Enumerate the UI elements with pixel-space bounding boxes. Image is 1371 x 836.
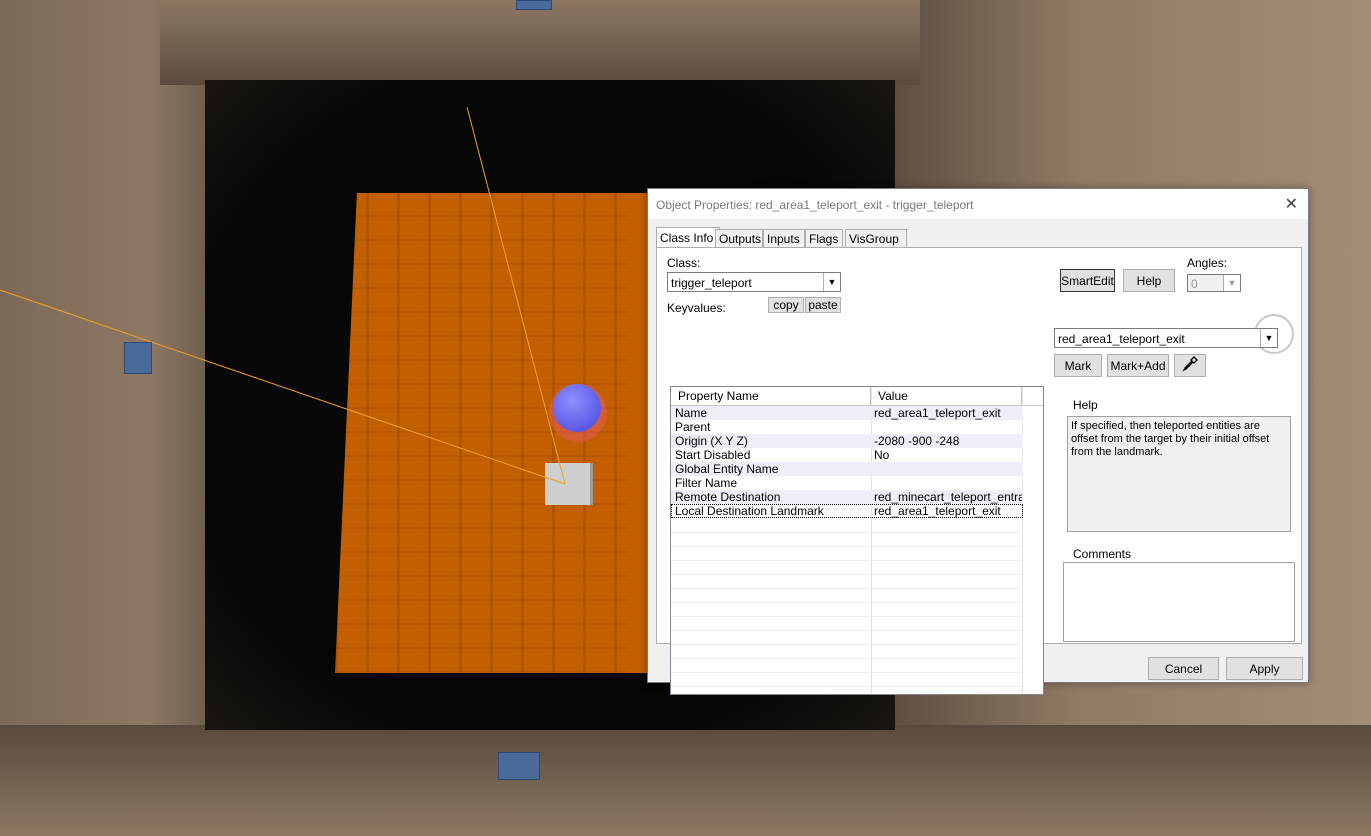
crate-bottom[interactable] (498, 752, 540, 780)
angles-label: Angles: (1187, 256, 1228, 270)
help-text: If specified, then teleported entities a… (1071, 420, 1270, 458)
grid-line (671, 602, 1023, 603)
dialog-title: Object Properties: red_area1_teleport_ex… (656, 198, 974, 212)
chevron-down-icon[interactable]: ▼ (823, 273, 840, 291)
property-value-cell (874, 420, 1022, 434)
help-heading: Help (1073, 398, 1098, 412)
property-value-cell: red_area1_teleport_exit (874, 406, 1001, 420)
grid-line (671, 616, 1023, 617)
table-row[interactable]: Start Disabled No (671, 448, 1023, 462)
object-properties-dialog: Object Properties: red_area1_teleport_ex… (647, 188, 1309, 695)
class-combo[interactable]: trigger_teleport ▼ (667, 272, 841, 292)
eyedropper-button[interactable] (1174, 354, 1206, 377)
keyvalues-label: Keyvalues: (667, 301, 726, 315)
connection-line-1 (0, 289, 566, 485)
table-row[interactable]: Global Entity Name (671, 462, 1023, 476)
paste-button[interactable]: paste (805, 297, 841, 313)
grid-line (671, 672, 1023, 673)
smartedit-button[interactable]: SmartEdit (1060, 269, 1115, 292)
property-name-cell: Origin (X Y Z) (675, 434, 748, 448)
property-name-cell: Start Disabled (675, 448, 751, 462)
table-row[interactable]: Parent (671, 420, 1023, 434)
property-name-cell: Remote Destination (675, 490, 781, 504)
grid-line (671, 644, 1023, 645)
property-value-cell: red_area1_teleport_exit (874, 504, 1001, 518)
help-button[interactable]: Help (1123, 269, 1175, 292)
copy-button[interactable]: copy (768, 297, 804, 313)
dialog-titlebar[interactable]: Object Properties: red_area1_teleport_ex… (648, 189, 1308, 219)
eyedropper-icon (1182, 356, 1198, 372)
table-row[interactable]: Filter Name (671, 476, 1023, 490)
table-row[interactable]: Local Destination Landmark red_area1_tele… (671, 504, 1023, 518)
grid-line (671, 560, 1023, 561)
grid-line (671, 630, 1023, 631)
class-label: Class: (667, 256, 701, 270)
tab-class-info[interactable]: Class Info (656, 227, 720, 249)
help-text-box: If specified, then teleported entities a… (1067, 416, 1291, 532)
property-value-cell: -2080 -900 -248 (874, 434, 960, 448)
comments-textarea[interactable] (1063, 562, 1295, 642)
class-info-page: Class: trigger_teleport ▼ Keyvalues: cop… (656, 247, 1302, 695)
angles-combo[interactable]: 0 ▼ (1187, 274, 1241, 292)
keyvalue-table: Property Name Value Name red_area1_telepo… (670, 386, 1044, 695)
property-name-cell: Global Entity Name (675, 462, 779, 476)
chevron-down-icon[interactable]: ▼ (1223, 275, 1240, 291)
mark-add-button[interactable]: Mark+Add (1107, 354, 1169, 377)
value-combo[interactable]: red_area1_teleport_exit ▼ (1054, 328, 1278, 348)
close-icon[interactable]: ✕ (1285, 194, 1298, 214)
grid-line (671, 658, 1023, 659)
grid-line (671, 574, 1023, 575)
grid-line (671, 532, 1023, 533)
property-name-cell: Filter Name (675, 476, 738, 490)
property-value-cell: red_minecart_teleport_entrance (874, 490, 1022, 504)
tab-flags[interactable]: Flags (805, 229, 843, 248)
apply-button[interactable]: Apply (1226, 657, 1303, 680)
grid-line (671, 686, 1023, 687)
tab-outputs[interactable]: Outputs (715, 229, 763, 248)
property-name-cell: Name (675, 406, 708, 420)
grid-line (671, 588, 1023, 589)
chevron-down-icon[interactable]: ▼ (1260, 329, 1277, 347)
connection-line-2 (466, 106, 566, 485)
property-value-cell: No (874, 448, 890, 462)
value-combo-text: red_area1_teleport_exit (1058, 332, 1185, 346)
angles-value: 0 (1191, 277, 1198, 291)
crate-top[interactable] (516, 0, 552, 10)
grid-line (671, 546, 1023, 547)
cancel-button[interactable]: Cancel (1148, 657, 1219, 680)
table-row[interactable]: Name red_area1_teleport_exit (671, 406, 1023, 420)
table-row[interactable]: Remote Destination red_minecart_teleport_… (671, 490, 1023, 504)
class-combo-value: trigger_teleport (671, 276, 752, 290)
tab-inputs[interactable]: Inputs (763, 229, 805, 248)
property-name-cell: Parent (675, 420, 711, 434)
comments-heading: Comments (1073, 547, 1132, 561)
crate-left[interactable] (124, 342, 152, 374)
table-header: Property Name Value (671, 387, 1043, 406)
property-value-cell (874, 476, 1022, 490)
mark-button[interactable]: Mark (1054, 354, 1102, 377)
header-property-name[interactable]: Property Name (671, 387, 871, 405)
tab-visgroup[interactable]: VisGroup (845, 229, 907, 248)
header-value[interactable]: Value (871, 387, 1022, 405)
table-row[interactable]: Origin (X Y Z) -2080 -900 -248 (671, 434, 1023, 448)
property-value-cell (874, 462, 1022, 476)
property-name-cell: Local Destination Landmark (675, 504, 824, 518)
